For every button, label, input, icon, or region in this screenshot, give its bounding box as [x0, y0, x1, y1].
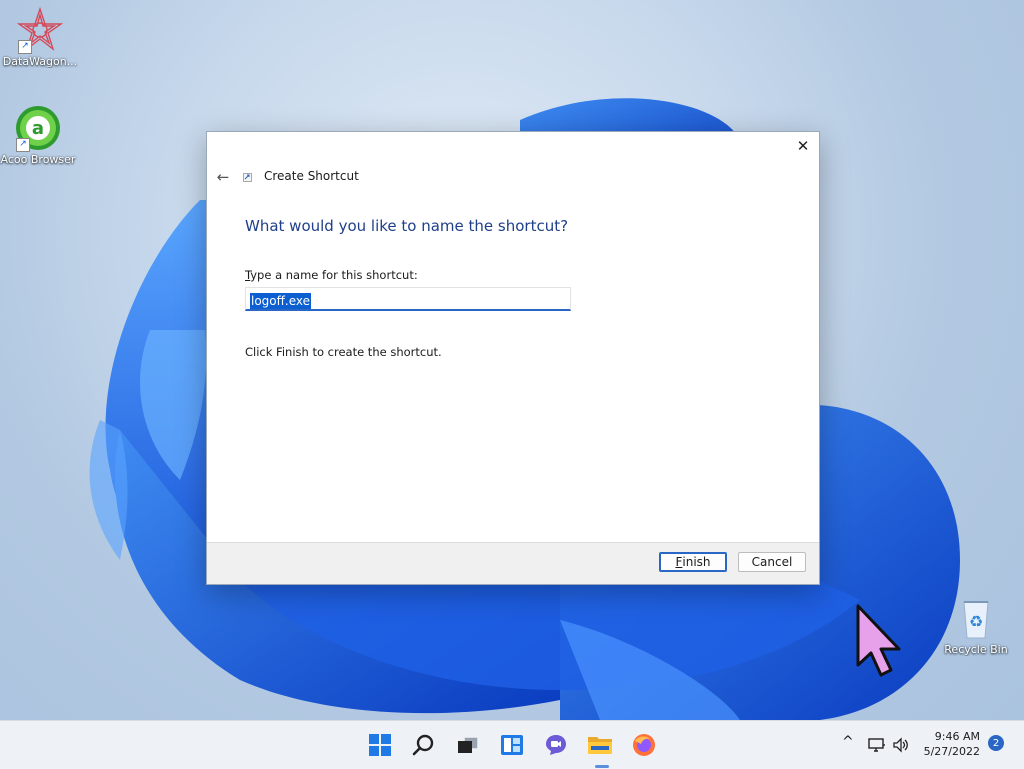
desktop-icon-label: Acoo Browser: [0, 153, 76, 166]
task-view-icon[interactable]: [454, 731, 482, 759]
volume-icon[interactable]: [892, 737, 910, 753]
desktop-icon-label: DataWagon...: [2, 55, 78, 68]
back-arrow-icon[interactable]: ←: [213, 168, 233, 186]
shortcut-arrow-icon: ↗: [16, 138, 30, 152]
search-icon[interactable]: [410, 731, 438, 759]
dialog-footer: Finish Cancel: [207, 542, 819, 584]
finish-hint: Click Finish to create the shortcut.: [245, 345, 442, 359]
cancel-button[interactable]: Cancel: [738, 552, 806, 572]
desktop-icon-acoo-browser[interactable]: a ↗ Acoo Browser: [0, 104, 78, 166]
finish-button[interactable]: Finish: [659, 552, 727, 572]
taskbar: ^ 9:46 AM 5/27/2022: [0, 720, 1024, 769]
chat-icon[interactable]: [542, 731, 570, 759]
desktop-icon-label: Recycle Bin: [944, 643, 1008, 656]
tray-overflow-chevron-icon[interactable]: ^: [842, 734, 854, 750]
shortcut-name-input[interactable]: logoff.exe: [245, 287, 571, 311]
svg-text:a: a: [32, 118, 44, 139]
dialog-title: Create Shortcut: [264, 169, 359, 183]
shortcut-arrow-icon: ↗: [18, 40, 32, 54]
clock-time[interactable]: 9:46 AM: [928, 730, 980, 743]
mouse-cursor-icon: [856, 604, 901, 677]
page-heading: What would you like to name the shortcut…: [245, 217, 569, 235]
svg-text:♻: ♻: [969, 612, 983, 631]
shortcut-wizard-icon: [243, 173, 252, 182]
close-button[interactable]: ✕: [787, 132, 819, 160]
notification-badge[interactable]: 2: [988, 735, 1004, 751]
firefox-icon[interactable]: [630, 731, 658, 759]
name-field-label: Type a name for this shortcut:: [245, 268, 418, 282]
start-icon[interactable]: [366, 731, 394, 759]
desktop-icon-recycle-bin[interactable]: ♻ Recycle Bin: [936, 594, 1016, 656]
recycle-bin-icon: ♻: [963, 601, 989, 639]
desktop-icon-datawagon[interactable]: ↗ DataWagon...: [0, 6, 80, 68]
widgets-icon[interactable]: [498, 731, 526, 759]
network-icon[interactable]: [868, 737, 886, 753]
clock-date[interactable]: 5/27/2022: [918, 745, 980, 758]
file-explorer-icon[interactable]: [586, 731, 614, 759]
selected-text: logoff.exe: [250, 293, 312, 309]
create-shortcut-dialog: ✕ ← Create Shortcut What would you like …: [206, 131, 820, 585]
